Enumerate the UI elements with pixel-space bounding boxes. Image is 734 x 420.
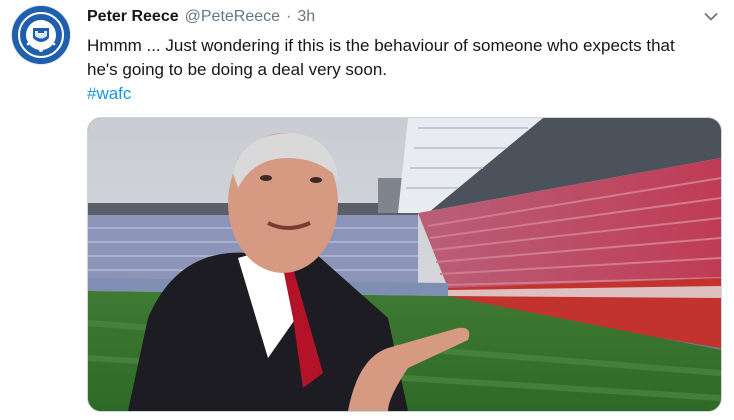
club-crest-icon <box>12 6 70 64</box>
separator-dot: · <box>286 8 292 25</box>
author-handle[interactable]: @PeteReece <box>185 8 280 26</box>
tweet-text: Hmmm ... Just wondering if this is the b… <box>87 36 675 79</box>
chevron-down-icon <box>704 13 718 21</box>
tweet-media[interactable] <box>87 117 722 412</box>
tweet-header: Peter Reece @PeteReece · 3h <box>87 6 315 28</box>
hashtag-link[interactable]: #wafc <box>87 82 131 106</box>
tweet-menu-button[interactable] <box>700 8 722 26</box>
tweet-timestamp[interactable]: 3h <box>297 8 315 26</box>
author-name[interactable]: Peter Reece <box>87 8 179 26</box>
avatar[interactable] <box>12 6 70 64</box>
stadium-video-frame <box>88 118 721 411</box>
tweet[interactable]: Peter Reece @PeteReece · 3h Hmmm ... Jus… <box>0 0 734 420</box>
